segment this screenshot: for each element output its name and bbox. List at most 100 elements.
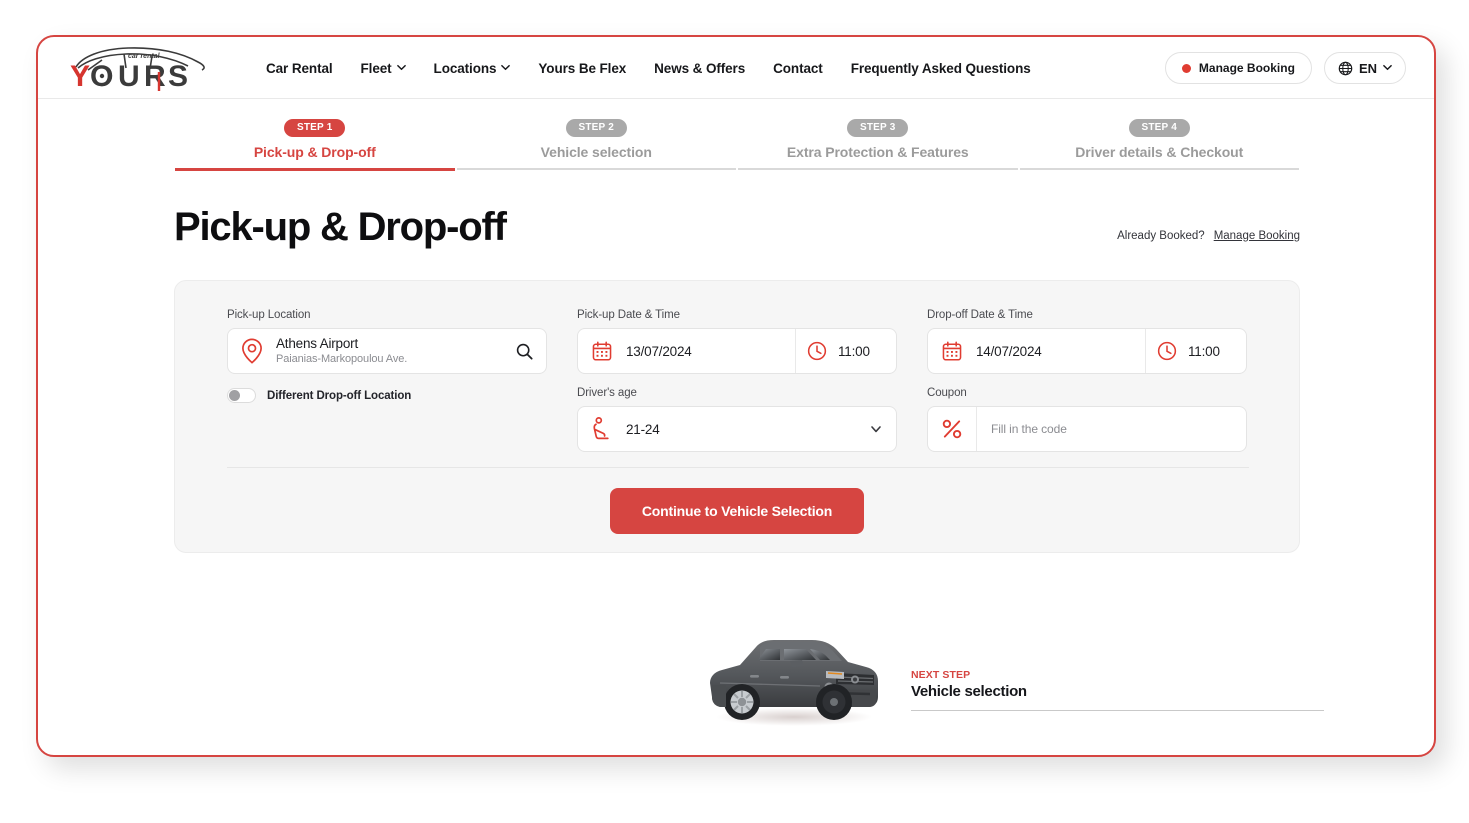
nav-item-locations[interactable]: Locations xyxy=(434,61,511,76)
already-booked-text: Already Booked? xyxy=(1117,230,1205,242)
nav-item-contact[interactable]: Contact xyxy=(773,61,823,76)
coupon-placeholder: Fill in the code xyxy=(991,422,1067,436)
toggle-knob xyxy=(229,390,240,401)
next-step-divider xyxy=(911,710,1324,711)
drivers-age-value: 21-24 xyxy=(626,421,660,437)
svg-text:U: U xyxy=(118,60,140,93)
language-selector[interactable]: EN xyxy=(1323,52,1406,84)
step-underline xyxy=(738,168,1018,170)
nav-item-faq[interactable]: Frequently Asked Questions xyxy=(851,61,1031,76)
pickup-location-values: Athens Airport Paianias-Markopoulou Ave. xyxy=(276,336,502,365)
percent-icon xyxy=(928,407,976,451)
step-badge: STEP 3 xyxy=(847,119,909,137)
dropoff-time-field[interactable]: 11:00 xyxy=(1146,329,1246,373)
drivers-age-select[interactable]: 21-24 xyxy=(577,406,897,452)
dropoff-datetime-label: Drop-off Date & Time xyxy=(927,309,1033,321)
step-badge: STEP 1 xyxy=(284,119,346,137)
nav-label: Locations xyxy=(433,60,497,76)
search-icon[interactable] xyxy=(502,343,546,360)
booking-form-panel: Pick-up Location Athens Airport Paianias… xyxy=(174,280,1300,553)
chevron-down-icon xyxy=(1383,63,1392,72)
pickup-location-label: Pick-up Location xyxy=(227,309,311,321)
dropoff-time-value: 11:00 xyxy=(1188,343,1220,359)
step-1-pickup-dropoff[interactable]: STEP 1 Pick-up & Drop-off xyxy=(174,117,456,171)
manage-booking-link[interactable]: Manage Booking xyxy=(1214,230,1300,242)
step-2-vehicle-selection[interactable]: STEP 2 Vehicle selection xyxy=(456,117,738,171)
checkout-steps: STEP 1 Pick-up & Drop-off STEP 2 Vehicle… xyxy=(174,117,1300,171)
calendar-icon xyxy=(928,341,976,361)
nav-item-car-rental[interactable]: Car Rental xyxy=(266,61,333,76)
pickup-datetime-label: Pick-up Date & Time xyxy=(577,309,680,321)
step-underline xyxy=(456,168,736,170)
next-step-section: NEXT STEP Vehicle selection xyxy=(174,617,1324,737)
brand-logo[interactable]: car rental Y O U R S xyxy=(66,41,216,93)
header-actions: Manage Booking EN xyxy=(1164,37,1406,99)
app-card: car rental Y O U R S Car Rental Fleet Lo… xyxy=(36,35,1436,757)
page-title: Pick-up & Drop-off xyxy=(174,205,507,249)
pickup-location-input[interactable]: Athens Airport Paianias-Markopoulou Ave. xyxy=(227,328,547,374)
continue-to-vehicle-selection-button[interactable]: Continue to Vehicle Selection xyxy=(609,488,865,534)
car-seat-icon xyxy=(578,417,626,441)
next-step-text: NEXT STEP Vehicle selection xyxy=(911,669,1324,711)
step-label: Extra Protection & Features xyxy=(786,144,969,160)
different-dropoff-toggle[interactable]: Different Drop-off Location xyxy=(227,388,547,403)
toggle-switch[interactable] xyxy=(227,388,256,403)
nav-label: Contact xyxy=(773,60,823,76)
dropoff-date-field[interactable]: 14/07/2024 xyxy=(928,329,1145,373)
language-code: EN xyxy=(1358,60,1377,76)
step-label: Vehicle selection xyxy=(540,144,652,160)
main-nav: Car Rental Fleet Locations Yours Be Flex xyxy=(266,37,1031,99)
panel-divider xyxy=(227,467,1249,468)
nav-item-yours-be-flex[interactable]: Yours Be Flex xyxy=(538,61,626,76)
already-booked: Already Booked? Manage Booking xyxy=(1117,230,1300,247)
next-step-kicker: NEXT STEP xyxy=(911,669,971,681)
next-step-title: Vehicle selection xyxy=(911,683,1027,700)
dropoff-datetime-input: 14/07/2024 11:00 xyxy=(927,328,1247,374)
svg-text:S: S xyxy=(168,60,188,93)
svg-text:car rental: car rental xyxy=(128,53,161,60)
step-label: Pick-up & Drop-off xyxy=(253,144,376,160)
calendar-icon xyxy=(578,341,626,361)
nav-item-fleet[interactable]: Fleet xyxy=(361,61,406,76)
svg-text:Y: Y xyxy=(70,60,90,93)
step-badge: STEP 4 xyxy=(1128,119,1190,137)
form-row-2: Driver's age 21-24 Coupon Fill in the co… xyxy=(577,387,1247,452)
clock-icon xyxy=(796,341,838,361)
coupon-input[interactable]: Fill in the code xyxy=(927,406,1247,452)
step-underline xyxy=(1019,168,1299,170)
drivers-age-label: Driver's age xyxy=(577,387,637,399)
globe-icon xyxy=(1338,61,1353,76)
vehicle-preview-image xyxy=(694,625,894,730)
chevron-down-icon xyxy=(501,63,511,72)
step-3-extra-protection[interactable]: STEP 3 Extra Protection & Features xyxy=(737,117,1019,171)
pickup-time-field[interactable]: 11:00 xyxy=(796,329,896,373)
coupon-group: Coupon Fill in the code xyxy=(927,387,1247,452)
map-pin-icon xyxy=(228,338,276,364)
status-dot-icon xyxy=(1181,63,1191,73)
pickup-time-value: 11:00 xyxy=(838,343,870,359)
nav-label: News & Offers xyxy=(654,60,746,76)
dropoff-date-value: 14/07/2024 xyxy=(976,343,1042,359)
step-4-driver-details[interactable]: STEP 4 Driver details & Checkout xyxy=(1019,117,1301,171)
pickup-date-field[interactable]: 13/07/2024 xyxy=(578,329,795,373)
chevron-down-icon[interactable] xyxy=(856,423,896,435)
submit-row: Continue to Vehicle Selection xyxy=(175,488,1299,534)
manage-booking-label: Manage Booking xyxy=(1198,61,1295,75)
nav-label: Car Rental xyxy=(266,60,333,76)
coupon-text-field[interactable]: Fill in the code xyxy=(977,407,1246,451)
different-dropoff-label: Different Drop-off Location xyxy=(267,389,412,402)
drivers-age-group: Driver's age 21-24 xyxy=(577,387,897,452)
nav-item-news-offers[interactable]: News & Offers xyxy=(654,61,745,76)
step-badge: STEP 2 xyxy=(565,119,627,137)
pickup-location-value: Athens Airport xyxy=(276,336,358,352)
site-header: car rental Y O U R S Car Rental Fleet Lo… xyxy=(38,37,1434,99)
coupon-label: Coupon xyxy=(927,387,967,399)
nav-label: Fleet xyxy=(360,60,392,76)
svg-text:R: R xyxy=(144,60,166,93)
step-label: Driver details & Checkout xyxy=(1075,144,1244,160)
pickup-location-sublabel: Paianias-Markopoulou Ave. xyxy=(276,352,408,365)
pickup-datetime-input: 13/07/2024 11:00 xyxy=(577,328,897,374)
manage-booking-button[interactable]: Manage Booking xyxy=(1164,52,1312,84)
nav-label: Yours Be Flex xyxy=(538,60,627,76)
page-root: car rental Y O U R S Car Rental Fleet Lo… xyxy=(0,0,1469,823)
